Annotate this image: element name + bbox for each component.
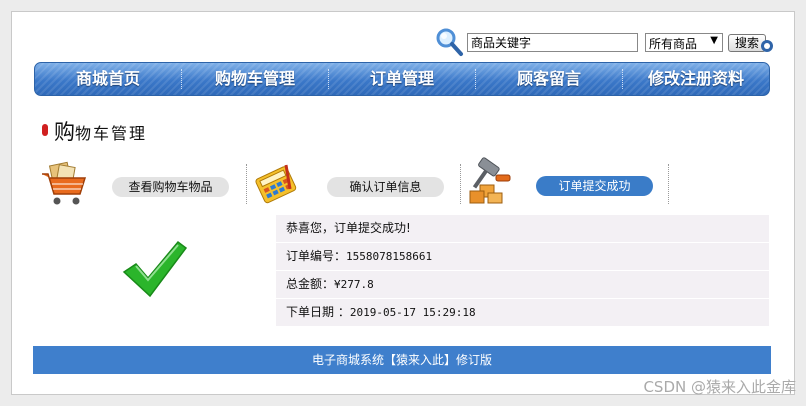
step-divider: [668, 164, 669, 204]
search-button-icon: [761, 40, 773, 52]
category-select-value: 所有商品: [649, 37, 698, 51]
order-info-table: 恭喜您，订单提交成功! 订单编号：1558078158661 总金额：¥277.…: [276, 215, 769, 327]
page-title-first-char: 购: [54, 120, 75, 144]
search-button-label: 搜索: [734, 36, 759, 50]
nav-item-profile[interactable]: 修改注册资料: [623, 63, 769, 95]
order-number-value: 1558078158661: [346, 250, 433, 263]
success-checkmark-icon: [122, 240, 188, 298]
nav-item-orders[interactable]: 订单管理: [329, 63, 475, 95]
order-total-row: 总金额：¥277.8: [276, 271, 769, 299]
page-title: 购物车管理: [54, 116, 147, 146]
category-select[interactable]: 所有商品 ▼: [645, 33, 723, 52]
gavel-boxes-icon: [469, 157, 511, 204]
step-divider: [246, 164, 247, 204]
search-button[interactable]: 搜索: [728, 34, 773, 52]
step-view-cart: 查看购物车物品: [112, 177, 229, 197]
footer: 电子商城系统【猿来入此】修订版: [33, 346, 771, 374]
calculator-icon: [255, 164, 297, 204]
nav-item-cart[interactable]: 购物车管理: [182, 63, 328, 95]
shopping-cart-icon: [42, 161, 87, 205]
dropdown-arrow-icon: ▼: [710, 35, 718, 46]
order-total-label: 总金额：: [286, 277, 335, 291]
search-input[interactable]: 商品关键字: [467, 33, 638, 52]
main-nav: 商城首页 购物车管理 订单管理 顾客留言 修改注册资料: [34, 62, 770, 96]
order-number-row: 订单编号：1558078158661: [276, 243, 769, 271]
page-title-rest: 物车管理: [75, 124, 148, 143]
step-divider: [460, 164, 461, 204]
nav-item-home[interactable]: 商城首页: [35, 63, 181, 95]
step-confirm-order: 确认订单信息: [327, 177, 444, 197]
order-success-row: 恭喜您，订单提交成功!: [276, 215, 769, 243]
nav-item-messages[interactable]: 顾客留言: [476, 63, 622, 95]
order-date-label: 下单日期 ：: [286, 305, 350, 319]
order-date-value: 2019-05-17 15:29:18: [349, 306, 476, 319]
step-order-success: 订单提交成功: [536, 176, 653, 196]
order-success-message: 恭喜您，订单提交成功!: [286, 221, 411, 235]
title-bullet-icon: [42, 124, 48, 136]
order-number-label: 订单编号：: [286, 249, 347, 263]
order-total-value: ¥277.8: [334, 278, 374, 291]
watermark: CSDN @猿来入此金库: [643, 378, 796, 396]
order-date-row: 下单日期 ：2019-05-17 15:29:18: [276, 299, 769, 327]
magnifier-icon: [436, 28, 463, 56]
